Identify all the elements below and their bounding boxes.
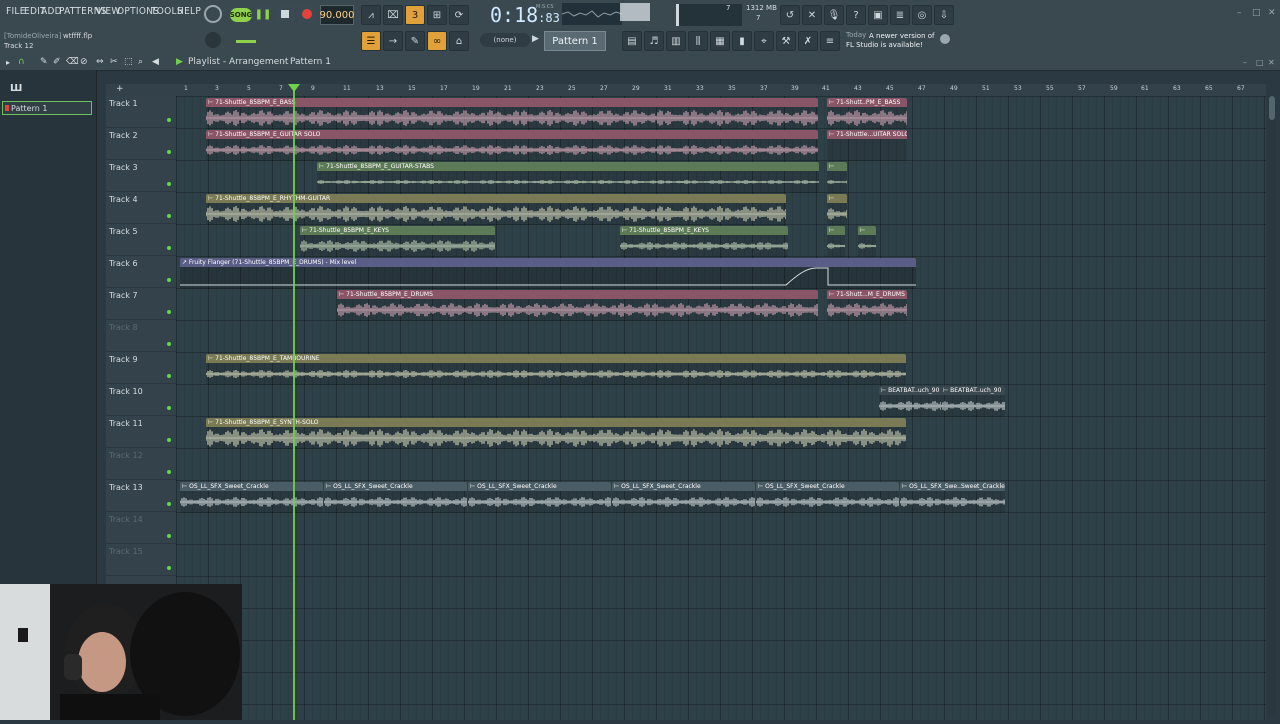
audio-clip[interactable]: ⊢ OS_LL_SFX_Sweet_Crackle	[756, 482, 899, 513]
playhead[interactable]	[293, 84, 295, 720]
playhead-marker[interactable]	[288, 84, 300, 92]
audio-clip[interactable]: ⊢ OS_LL_SFX_Sweet_Crackle	[612, 482, 755, 513]
clip-label: ⊢ 71-Shuttle_85BPM_E_BASS	[208, 99, 296, 106]
clip-label: ⊢ OS_LL_SFX_Sweet_Crackle	[182, 483, 269, 490]
audio-clip[interactable]: ⊢ 71-Shuttle_85BPM_E_GUITAR-STABS	[317, 162, 819, 193]
audio-clip[interactable]: ⊢ 71-Shutt..PM_E_BASS	[827, 98, 907, 129]
audio-clip[interactable]: ⊢ OS_LL_SFX_Swe..Sweet_Crackle	[900, 482, 1005, 513]
audio-clip[interactable]: ⊢ 71-Shuttle_85BPM_E_TAMBOURINE	[206, 354, 906, 385]
clip-label: ⊢ 71-Shuttle...UITAR SOLO	[829, 131, 907, 138]
audio-clip[interactable]: ⊢ OS_LL_SFX_Sweet_Crackle	[324, 482, 467, 513]
audio-clip[interactable]: ⊢ OS_LL_SFX_Sweet_Crackle	[468, 482, 611, 513]
clip-label: ⊢ OS_LL_SFX_Sweet_Crackle	[326, 483, 413, 490]
clip-label: ⊢ OS_LL_SFX_Sweet_Crackle	[614, 483, 701, 490]
clip-header[interactable]	[206, 98, 818, 107]
clip-label: ⊢ OS_LL_SFX_Sweet_Crackle	[470, 483, 557, 490]
audio-clip[interactable]: ⊢ OS_LL_SFX_Sweet_Crackle	[180, 482, 323, 513]
clip-label: ⊢ 71-Shuttle_85BPM_E_RHYTHM-GUITAR	[208, 195, 331, 202]
clip-label: ⊢ OS_LL_SFX_Swe..Sweet_Crackle	[902, 483, 1005, 490]
audio-clip[interactable]: ⊢ 71-Shutt...M_E_DRUMS	[827, 290, 907, 321]
webcam-image	[0, 584, 240, 720]
audio-clip[interactable]: ⊢	[858, 226, 876, 257]
audio-clip[interactable]: ⊢	[827, 226, 845, 257]
clip-label: ⊢	[829, 195, 835, 202]
audio-clip[interactable]: ⊢ 71-Shuttle...UITAR SOLO	[827, 130, 907, 161]
audio-clip[interactable]: ⊢	[827, 194, 847, 225]
audio-clip[interactable]: ⊢ BEATBAT..uch_90	[879, 386, 941, 417]
audio-clip[interactable]: ⊢ 71-Shuttle_85BPM_E_KEYS	[620, 226, 788, 257]
clip-label: ⊢	[829, 227, 835, 234]
clip-label: ⊢	[829, 163, 835, 170]
clip-label: ⊢ 71-Shuttle_85BPM_E_GUITAR-STABS	[319, 163, 434, 170]
clip-label: ⊢ 71-Shutt...M_E_DRUMS	[829, 291, 905, 298]
clip-label: ⊢ 71-Shuttle_85BPM_E_SYNTH-SOLO	[208, 419, 319, 426]
webcam-overlay	[0, 584, 242, 720]
clip-label: ⊢	[860, 227, 866, 234]
automation-clip[interactable]: ↗ Fruity Flanger (71-Shuttle_85BPM_E_DRU…	[180, 258, 916, 289]
audio-clip[interactable]: ⊢ 71-Shuttle_85BPM_E_GUITAR SOLO	[206, 130, 818, 161]
clip-label: ⊢ 71-Shuttle_85BPM_E_TAMBOURINE	[208, 355, 320, 362]
scrollbar-thumb[interactable]	[1269, 96, 1275, 120]
audio-clip[interactable]: ⊢ BEATBAT..uch_90	[941, 386, 1005, 417]
audio-clip[interactable]: ⊢	[827, 162, 847, 193]
clip-label: ⊢ 71-Shutt..PM_E_BASS	[829, 99, 901, 106]
audio-clip[interactable]: ⊢ 71-Shuttle_85BPM_E_KEYS	[300, 226, 495, 257]
clip-label: ⊢ 71-Shuttle_85BPM_E_GUITAR SOLO	[208, 131, 321, 138]
audio-clip[interactable]: ⊢ 71-Shuttle_85BPM_E_BASS	[206, 98, 818, 129]
audio-clip[interactable]: ⊢ 71-Shuttle_85BPM_E_SYNTH-SOLO	[206, 418, 906, 449]
clip-label: ⊢ OS_LL_SFX_Sweet_Crackle	[758, 483, 845, 490]
clip-label: ⊢ BEATBAT..uch_90	[881, 387, 940, 394]
vertical-scrollbar[interactable]	[1268, 96, 1276, 716]
clip-label: ⊢ 71-Shuttle_85BPM_E_DRUMS	[339, 291, 433, 298]
audio-clip[interactable]: ⊢ 71-Shuttle_85BPM_E_DRUMS	[337, 290, 818, 321]
clip-label: ⊢ BEATBAT..uch_90	[943, 387, 1002, 394]
clip-label: ⊢ 71-Shuttle_85BPM_E_KEYS	[622, 227, 709, 234]
clip-label: ⊢ 71-Shuttle_85BPM_E_KEYS	[302, 227, 389, 234]
